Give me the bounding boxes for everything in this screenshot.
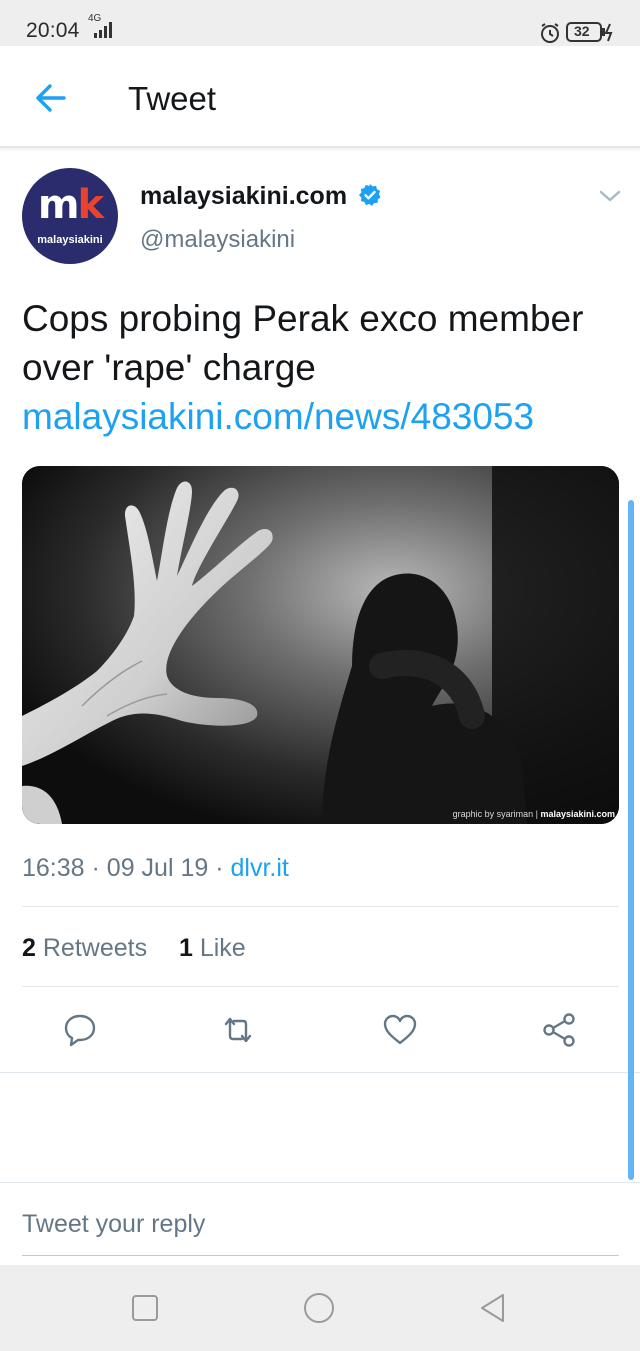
tweet-time: 16:38 (22, 854, 85, 882)
reply-input[interactable]: Tweet your reply (22, 1206, 619, 1256)
page-title: Tweet (128, 80, 217, 117)
alarm-icon (539, 22, 561, 49)
likes-stat[interactable]: 1 Like (179, 934, 246, 962)
tweet-text: Cops probing Perak exco member over 'rap… (22, 294, 622, 441)
divider (0, 1182, 640, 1183)
divider (0, 1072, 640, 1073)
divider (22, 986, 619, 987)
reply-button[interactable] (60, 1010, 100, 1050)
avatar[interactable]: mk malaysiakini (22, 168, 118, 264)
media-credit: graphic by syariman | malaysiakini.com (452, 809, 615, 819)
share-icon (543, 1013, 575, 1047)
media-photo (22, 466, 619, 824)
battery-level: 32 (574, 23, 590, 39)
tweet-stats: 2 Retweets 1 Like (22, 934, 246, 963)
reply-placeholder: Tweet your reply (22, 1210, 206, 1238)
status-bar: 20:04 4G 32 (0, 0, 640, 46)
tweet-link[interactable]: malaysiakini.com/news/483053 (22, 392, 622, 441)
avatar-logo: mk (37, 182, 104, 228)
tweet-source-link[interactable]: dlvr.it (231, 854, 289, 882)
scrollbar[interactable] (628, 500, 634, 1180)
avatar-logo-text: malaysiakini (37, 234, 103, 246)
tweet-timestamp: 16:38 · 09 Jul 19 · dlvr.it (22, 854, 289, 882)
home-button[interactable] (302, 1291, 336, 1325)
tweet-date: 09 Jul 19 (106, 854, 209, 882)
circle-icon (304, 1293, 334, 1323)
system-nav-bar (0, 1265, 640, 1351)
reply-icon (64, 1014, 96, 1047)
status-time: 20:04 (26, 19, 80, 42)
tweet-body: Cops probing Perak exco member over 'rap… (22, 298, 584, 388)
author-name[interactable]: malaysiakini.com (140, 182, 347, 211)
like-icon (383, 1014, 417, 1045)
tweet-media-image[interactable]: graphic by syariman | malaysiakini.com (22, 466, 619, 824)
app-header: Tweet (0, 46, 640, 148)
triangle-back-icon (481, 1294, 504, 1322)
like-button[interactable] (380, 1010, 420, 1050)
tweet-menu-button[interactable] (596, 184, 624, 208)
divider (22, 906, 619, 907)
retweet-button[interactable] (218, 1010, 258, 1050)
retweet-icon (224, 1017, 252, 1043)
chevron-down-icon (599, 190, 621, 202)
square-icon (132, 1295, 158, 1321)
verified-badge-icon (358, 183, 382, 212)
arrow-left-icon (36, 84, 66, 112)
back-button[interactable] (30, 78, 70, 118)
author-handle[interactable]: @malaysiakini (140, 226, 295, 254)
share-button[interactable] (540, 1010, 580, 1050)
retweets-stat[interactable]: 2 Retweets (22, 934, 154, 962)
recent-apps-button[interactable] (128, 1291, 162, 1325)
signal-icon (92, 20, 118, 45)
system-back-button[interactable] (476, 1291, 510, 1325)
